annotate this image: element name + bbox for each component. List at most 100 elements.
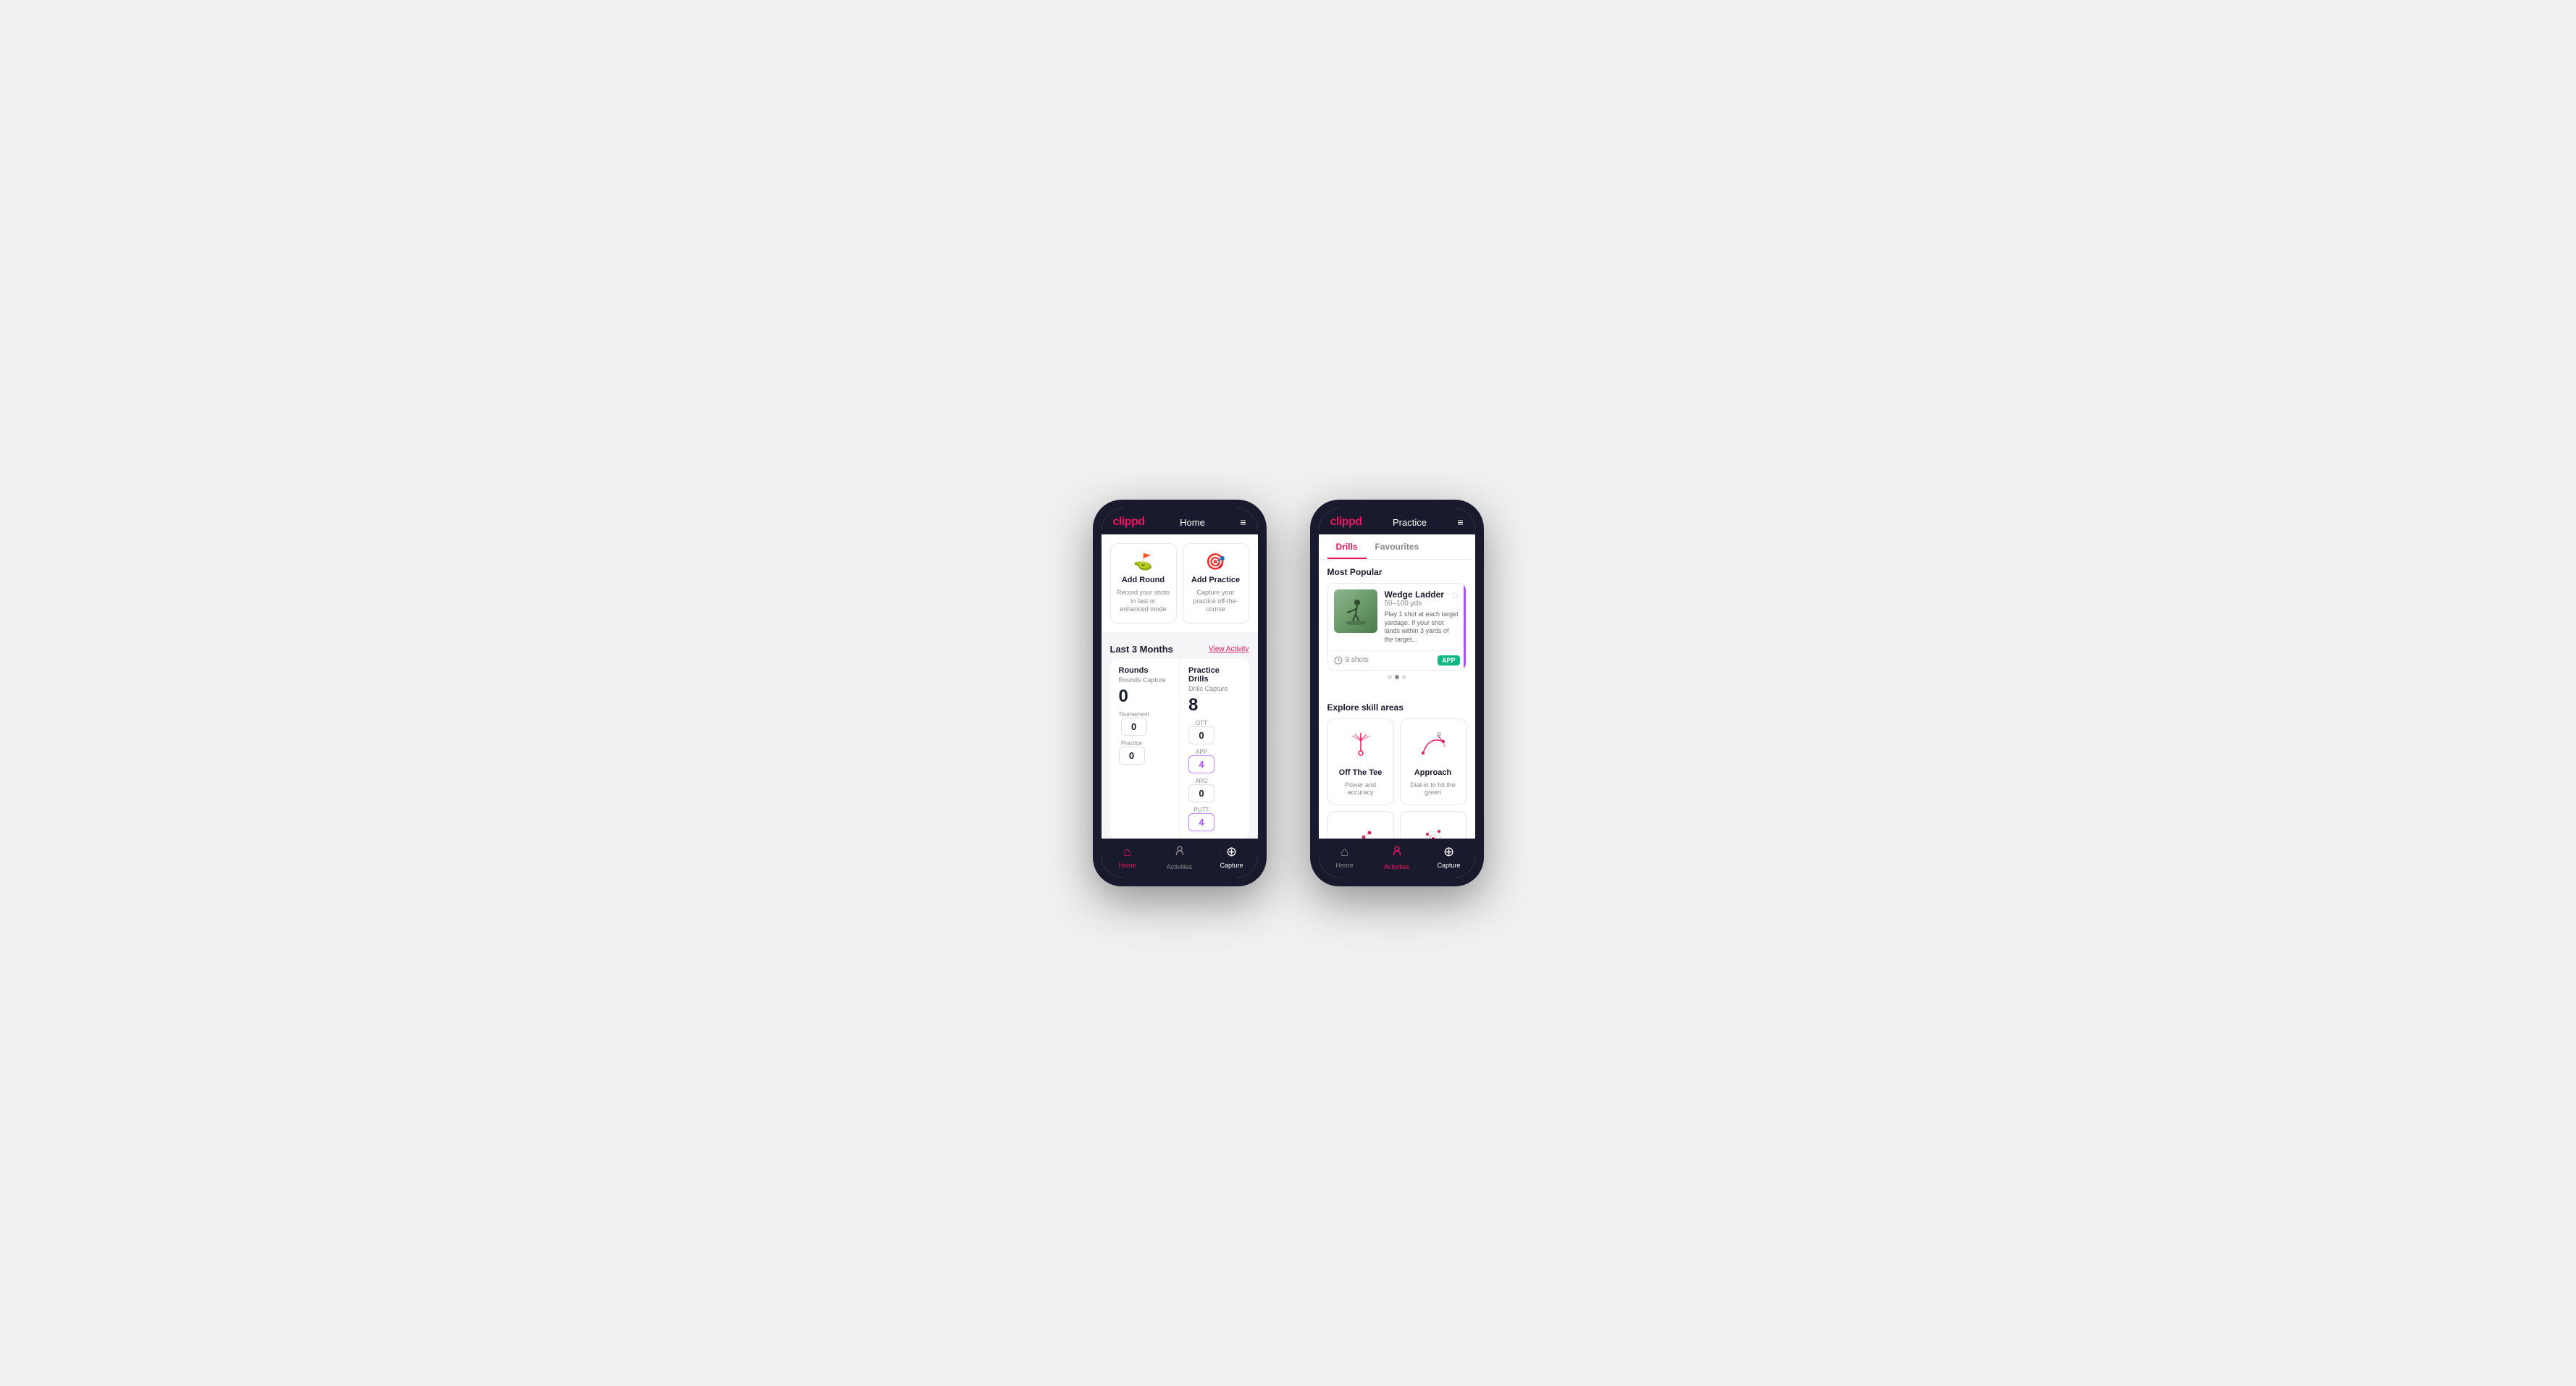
drill-shots-count: 9 shots xyxy=(1346,656,1369,664)
skill-putting[interactable]: Putting Make and lag practice xyxy=(1400,811,1467,839)
skill-around-the-green[interactable]: Around The Green Hone your short game xyxy=(1327,811,1394,839)
activities-nav-icon-home xyxy=(1173,844,1186,861)
dot-3 xyxy=(1402,675,1406,679)
putt-value: 4 xyxy=(1188,813,1214,831)
drill-yardage: 50–100 yds xyxy=(1385,600,1460,608)
carousel-dots xyxy=(1327,671,1467,684)
most-popular-section: Most Popular xyxy=(1319,560,1475,691)
drills-top-row: OTT 0 APP 4 xyxy=(1188,720,1241,773)
quick-actions: ⛳ Add Round Record your shots in fast or… xyxy=(1102,534,1258,632)
rounds-total: 0 xyxy=(1119,686,1171,707)
rounds-col: Rounds Rounds Capture 0 Tournament 0 Pra… xyxy=(1110,659,1180,839)
home-nav-label-practice: Home xyxy=(1335,862,1353,869)
tournament-stat: Tournament 0 xyxy=(1119,711,1149,736)
drill-info: Wedge Ladder 50–100 yds Play 1 shot at e… xyxy=(1385,589,1460,644)
app-stat: APP 4 xyxy=(1188,749,1214,773)
ott-value: 0 xyxy=(1188,726,1214,744)
add-practice-card[interactable]: 🎯 Add Practice Capture your practice off… xyxy=(1183,543,1249,623)
add-practice-icon: 🎯 xyxy=(1206,553,1225,571)
skill-off-the-tee[interactable]: Off The Tee Power and accuracy xyxy=(1327,718,1394,805)
home-nav-icon-practice: ⌂ xyxy=(1341,844,1348,860)
most-popular-title: Most Popular xyxy=(1327,567,1467,577)
bottom-nav-home: ⌂ Home Activities ⊕ Capture xyxy=(1102,839,1258,878)
home-nav-icon: ⌂ xyxy=(1123,844,1131,860)
arg-label: ARG xyxy=(1195,778,1207,784)
bottom-nav-practice: ⌂ Home Activities ⊕ Capture xyxy=(1319,839,1475,878)
phone-practice: clippd Practice ≡ Drills Favourites Most… xyxy=(1310,500,1484,886)
nav-capture-practice[interactable]: ⊕ Capture xyxy=(1423,844,1475,870)
drills-title: Practice Drills xyxy=(1188,666,1241,684)
drill-card-wedge-ladder[interactable]: Wedge Ladder 50–100 yds Play 1 shot at e… xyxy=(1327,583,1467,671)
app-header-home: clippd Home ≡ xyxy=(1102,508,1258,534)
add-round-desc: Record your shots in fast or enhanced mo… xyxy=(1117,589,1170,614)
nav-activities-home[interactable]: Activities xyxy=(1154,844,1206,870)
add-round-title: Add Round xyxy=(1122,576,1165,584)
nav-activities-practice[interactable]: Activities xyxy=(1371,844,1423,870)
dot-1 xyxy=(1388,675,1392,679)
menu-icon-home[interactable]: ≡ xyxy=(1240,516,1246,528)
app-title-practice: Practice xyxy=(1393,517,1427,528)
drill-image-placeholder xyxy=(1334,589,1377,633)
practice-rounds-value: 0 xyxy=(1119,747,1145,765)
approach-icon-wrap xyxy=(1415,728,1451,764)
putt-stat: PUTT 4 xyxy=(1188,807,1214,831)
phone-home: clippd Home ≡ ⛳ Add Round Record your sh… xyxy=(1093,500,1267,886)
tabs-bar: Drills Favourites xyxy=(1319,534,1475,560)
drills-capture-label: Drills Capture xyxy=(1188,685,1241,692)
add-round-card[interactable]: ⛳ Add Round Record your shots in fast or… xyxy=(1110,543,1177,623)
drill-desc: Play 1 shot at each target yardage. If y… xyxy=(1385,610,1460,644)
drill-name: Wedge Ladder xyxy=(1385,589,1460,600)
menu-icon-practice[interactable]: ≡ xyxy=(1457,516,1463,528)
tournament-value: 0 xyxy=(1121,718,1147,736)
skill-grid: Off The Tee Power and accuracy xyxy=(1327,718,1467,839)
activity-section-header: Last 3 Months View Activity xyxy=(1102,637,1258,659)
rounds-rows: Tournament 0 xyxy=(1119,711,1171,736)
rounds-title: Rounds xyxy=(1119,666,1171,675)
add-practice-desc: Capture your practice off-the-course xyxy=(1189,589,1243,614)
home-nav-label: Home xyxy=(1118,862,1136,869)
practice-rounds-stat: Practice 0 xyxy=(1119,740,1145,765)
view-activity-link[interactable]: View Activity xyxy=(1209,645,1249,653)
tournament-label: Tournament xyxy=(1119,711,1149,718)
off-the-tee-desc: Power and accuracy xyxy=(1334,781,1388,796)
explore-section: Explore skill areas xyxy=(1319,695,1475,839)
last-3-months-title: Last 3 Months xyxy=(1110,644,1173,655)
add-round-icon: ⛳ xyxy=(1133,553,1153,571)
capture-nav-label-practice: Capture xyxy=(1437,862,1460,869)
drill-card-inner: Wedge Ladder 50–100 yds Play 1 shot at e… xyxy=(1328,584,1466,650)
arg-stat: ARG 0 xyxy=(1188,778,1214,802)
add-practice-title: Add Practice xyxy=(1191,576,1240,584)
capture-nav-icon-home: ⊕ xyxy=(1226,844,1237,860)
stats-card: Rounds Rounds Capture 0 Tournament 0 Pra… xyxy=(1110,659,1249,839)
skill-approach[interactable]: Approach Dial-in to hit the green xyxy=(1400,718,1467,805)
drill-footer: 9 shots APP xyxy=(1328,650,1466,670)
capture-nav-icon-practice: ⊕ xyxy=(1443,844,1454,860)
practice-rounds-label: Practice xyxy=(1121,740,1142,747)
ott-label: OTT xyxy=(1196,720,1207,726)
putting-icon-wrap xyxy=(1415,820,1451,839)
app-value: 4 xyxy=(1188,755,1214,773)
app-title-home: Home xyxy=(1180,517,1205,528)
dot-2 xyxy=(1395,675,1399,679)
nav-home[interactable]: ⌂ Home xyxy=(1102,844,1154,870)
off-the-tee-icon-wrap xyxy=(1343,728,1379,764)
around-the-green-icon-wrap xyxy=(1343,820,1379,839)
drill-image xyxy=(1334,589,1377,633)
home-content: ⛳ Add Round Record your shots in fast or… xyxy=(1102,534,1258,839)
stats-grid: Rounds Rounds Capture 0 Tournament 0 Pra… xyxy=(1110,659,1249,839)
tab-drills[interactable]: Drills xyxy=(1327,534,1367,559)
app-label: APP xyxy=(1196,749,1207,755)
capture-nav-label-home: Capture xyxy=(1220,862,1243,869)
app-header-practice: clippd Practice ≡ xyxy=(1319,508,1475,534)
ott-stat: OTT 0 xyxy=(1188,720,1214,744)
nav-home-practice[interactable]: ⌂ Home xyxy=(1319,844,1371,870)
practice-rounds-row: Practice 0 xyxy=(1119,740,1171,765)
drill-star-icon[interactable]: ☆ xyxy=(1451,589,1460,602)
approach-name: Approach xyxy=(1414,768,1451,777)
off-the-tee-name: Off The Tee xyxy=(1339,768,1383,777)
nav-capture-home[interactable]: ⊕ Capture xyxy=(1206,844,1258,870)
drills-total: 8 xyxy=(1188,695,1241,715)
drill-shots: 9 shots xyxy=(1334,656,1369,665)
activities-nav-icon-practice xyxy=(1390,844,1404,861)
tab-favourites[interactable]: Favourites xyxy=(1367,534,1428,559)
